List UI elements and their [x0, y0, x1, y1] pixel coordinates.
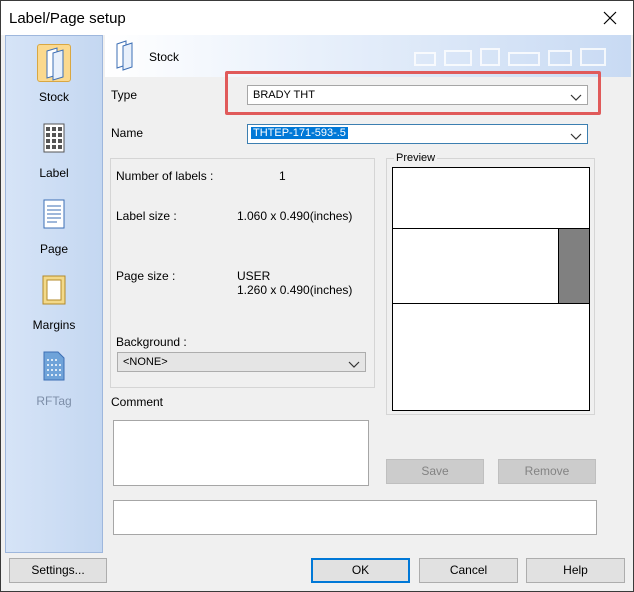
save-button[interactable]: Save: [386, 459, 484, 484]
rftag-icon: [37, 348, 71, 386]
background-value: <NONE>: [123, 356, 168, 368]
page-icon: [37, 196, 71, 234]
dialog-window: Label/Page setup Stock Label Page Margin…: [0, 0, 634, 592]
section-title: Stock: [149, 50, 180, 64]
margins-icon: [37, 272, 71, 310]
page-size-value: 1.260 x 0.490(inches): [237, 283, 353, 297]
label-size-value: 1.060 x 0.490(inches): [237, 209, 353, 223]
sidebar-item-rftag-text: RFTag: [36, 394, 72, 408]
sidebar-item-stock[interactable]: Stock: [6, 44, 102, 114]
decorative-pattern: [411, 45, 611, 71]
type-label: Type: [111, 88, 138, 102]
stock-icon: [113, 39, 139, 71]
close-icon[interactable]: [599, 7, 621, 29]
description-field: [113, 500, 597, 535]
settings-button[interactable]: Settings...: [9, 558, 107, 583]
ok-button[interactable]: OK: [311, 558, 410, 583]
sidebar-item-label-text: Label: [39, 166, 69, 180]
sidebar-item-margins-text: Margins: [32, 318, 76, 332]
label-icon: [37, 120, 71, 158]
name-label: Name: [111, 126, 144, 140]
sidebar-item-label: Stock: [38, 90, 69, 104]
background-dropdown[interactable]: <NONE>: [117, 352, 366, 372]
preview-liner: [558, 228, 590, 304]
help-button[interactable]: Help: [526, 558, 625, 583]
sidebar-item-page[interactable]: Page: [6, 196, 102, 266]
comment-textarea[interactable]: [113, 420, 369, 486]
page-size-type: USER: [237, 269, 271, 283]
chevron-down-icon: [570, 130, 582, 140]
remove-button[interactable]: Remove: [498, 459, 596, 484]
page-size-label: Page size :: [116, 269, 176, 283]
num-labels-label: Number of labels :: [116, 169, 214, 183]
preview-label: [392, 228, 559, 304]
sidebar-item-margins[interactable]: Margins: [6, 272, 102, 342]
num-labels-value: 1: [279, 169, 286, 183]
footer-bar: Settings... OK Cancel Help: [1, 553, 633, 591]
comment-label: Comment: [111, 395, 164, 409]
stock-icon: [37, 44, 71, 82]
preview-legend: Preview: [394, 152, 438, 164]
cancel-button[interactable]: Cancel: [419, 558, 518, 583]
sidebar-item-page-text: Page: [39, 242, 69, 256]
chevron-down-icon: [348, 358, 360, 368]
name-combobox[interactable]: THTEP-171-593-.5: [247, 124, 588, 144]
sidebar: Stock Label Page Margins RFTag: [5, 35, 103, 553]
label-size-label: Label size :: [116, 209, 177, 223]
sidebar-item-rftag[interactable]: RFTag: [6, 348, 102, 418]
title-bar: Label/Page setup: [1, 1, 633, 35]
highlight-box: [225, 71, 601, 115]
window-title: Label/Page setup: [9, 10, 126, 27]
sidebar-item-label[interactable]: Label: [6, 120, 102, 190]
background-label: Background :: [116, 335, 187, 349]
name-value: THTEP-171-593-.5: [251, 127, 348, 139]
